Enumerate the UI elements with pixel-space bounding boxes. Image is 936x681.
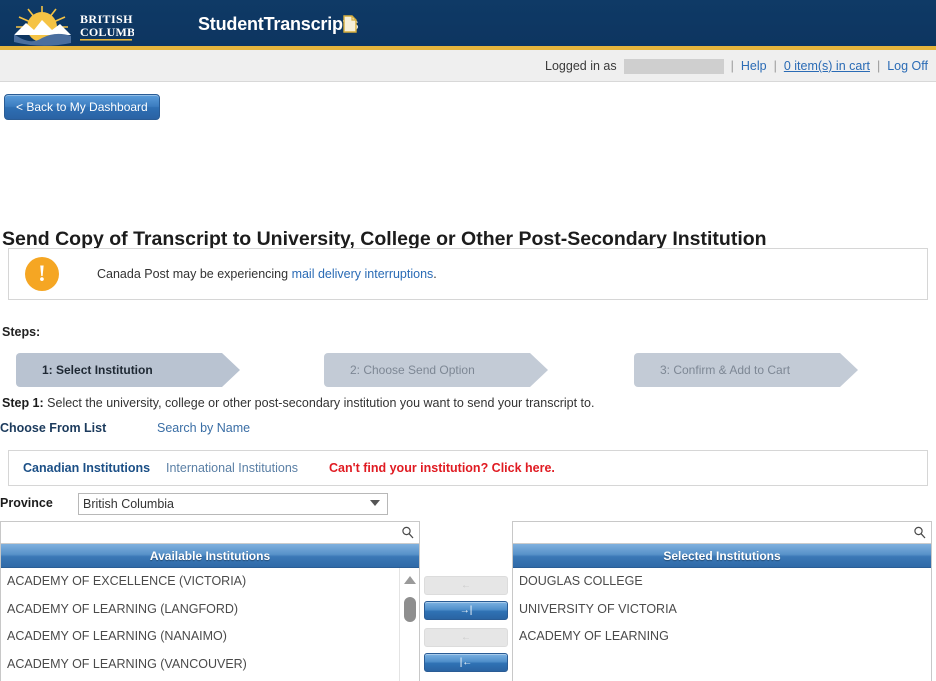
- alert-text-after: .: [433, 267, 436, 281]
- step-instruction: Step 1: Select the university, college o…: [2, 396, 594, 410]
- selected-institutions-panel: Selected Institutions DOUGLAS COLLEGE UN…: [512, 521, 932, 681]
- bc-logo: BRITISH COLUMBIA: [6, 3, 134, 47]
- available-institutions-header: Available Institutions: [1, 544, 419, 568]
- exclamation-icon: !: [25, 257, 59, 291]
- available-institutions-panel: Available Institutions ACADEMY OF EXCELL…: [0, 521, 420, 681]
- step-1-select-institution[interactable]: 1: Select Institution: [16, 353, 240, 387]
- logged-in-username: [624, 59, 724, 74]
- scroll-up-arrow-icon[interactable]: [404, 576, 416, 584]
- institution-tab-panel: Canadian Institutions International Inst…: [8, 450, 928, 486]
- back-to-dashboard-button[interactable]: < Back to My Dashboard: [4, 94, 160, 120]
- steps-label: Steps:: [2, 325, 40, 339]
- available-institutions-list[interactable]: ACADEMY OF EXCELLENCE (VICTORIA) ACADEMY…: [1, 568, 419, 681]
- mode-search-by-name[interactable]: Search by Name: [157, 421, 250, 435]
- selected-search-row: [513, 522, 931, 544]
- alert-text-before: Canada Post may be experiencing: [97, 267, 292, 281]
- cart-link[interactable]: 0 item(s) in cart: [784, 59, 870, 73]
- list-item[interactable]: ACADEMY OF LEARNING: [513, 623, 931, 651]
- step-3-confirm-add-to-cart[interactable]: 3: Confirm & Add to Cart: [634, 353, 858, 387]
- list-item[interactable]: ACADEMY OF LEARNING (NANAIMO): [1, 623, 419, 651]
- mode-choose-from-list[interactable]: Choose From List: [0, 421, 106, 435]
- move-all-right-button[interactable]: →|: [424, 601, 508, 620]
- list-item[interactable]: UNIVERSITY OF VICTORIA: [513, 596, 931, 624]
- move-one-left-alt-button[interactable]: ←: [424, 628, 508, 647]
- divider: |: [877, 59, 880, 73]
- move-one-left-button[interactable]: ←: [424, 576, 508, 595]
- province-select[interactable]: British Columbia: [78, 493, 388, 515]
- document-icon: [343, 15, 357, 33]
- list-item[interactable]: ACADEMY OF EXCELLENCE (VICTORIA): [1, 568, 419, 596]
- list-item[interactable]: ACADEMY OF LEARNING (LANGFORD): [1, 596, 419, 624]
- province-label: Province: [0, 496, 53, 510]
- tab-canadian-institutions[interactable]: Canadian Institutions: [23, 461, 150, 475]
- step-2-choose-send-option[interactable]: 2: Choose Send Option: [324, 353, 548, 387]
- alert-text: Canada Post may be experiencing mail del…: [97, 267, 437, 281]
- available-search-row: [1, 522, 419, 544]
- available-list-scrollbar[interactable]: [399, 568, 419, 681]
- masthead: BRITISH COLUMBIA StudentTranscripts: [0, 0, 936, 50]
- cant-find-institution-link[interactable]: Can't find your institution? Click here.: [329, 461, 555, 475]
- svg-text:BRITISH: BRITISH: [80, 12, 133, 26]
- help-link[interactable]: Help: [741, 59, 767, 73]
- selected-institutions-list[interactable]: DOUGLAS COLLEGE UNIVERSITY OF VICTORIA A…: [513, 568, 931, 681]
- mode-switcher: Choose From List Search by Name: [0, 421, 520, 439]
- available-search-input[interactable]: [1, 522, 419, 543]
- scrollbar-thumb[interactable]: [404, 597, 416, 622]
- logged-in-label: Logged in as: [545, 59, 617, 73]
- selected-institutions-header: Selected Institutions: [513, 544, 931, 568]
- mail-delivery-link[interactable]: mail delivery interruptions: [292, 267, 434, 281]
- transfer-button-group: ← →| ← |←: [424, 576, 508, 676]
- log-off-link[interactable]: Log Off: [887, 59, 928, 73]
- move-all-left-button[interactable]: |←: [424, 653, 508, 672]
- list-item[interactable]: DOUGLAS COLLEGE: [513, 568, 931, 596]
- svg-text:COLUMBIA: COLUMBIA: [80, 25, 134, 39]
- step-instruction-text: Select the university, college or other …: [44, 396, 595, 410]
- tab-international-institutions[interactable]: International Institutions: [166, 461, 298, 475]
- selected-search-input[interactable]: [513, 522, 931, 543]
- login-bar: Logged in as | Help | 0 item(s) in cart …: [0, 50, 936, 82]
- step-instruction-strong: Step 1:: [2, 396, 44, 410]
- divider: |: [731, 59, 734, 73]
- step-indicator: 1: Select Institution 2: Choose Send Opt…: [16, 353, 916, 387]
- app-title: StudentTranscripts: [198, 14, 358, 35]
- divider: |: [774, 59, 777, 73]
- list-item[interactable]: ACADEMY OF LEARNING (VANCOUVER): [1, 651, 419, 679]
- alert-banner: ! Canada Post may be experiencing mail d…: [8, 248, 928, 300]
